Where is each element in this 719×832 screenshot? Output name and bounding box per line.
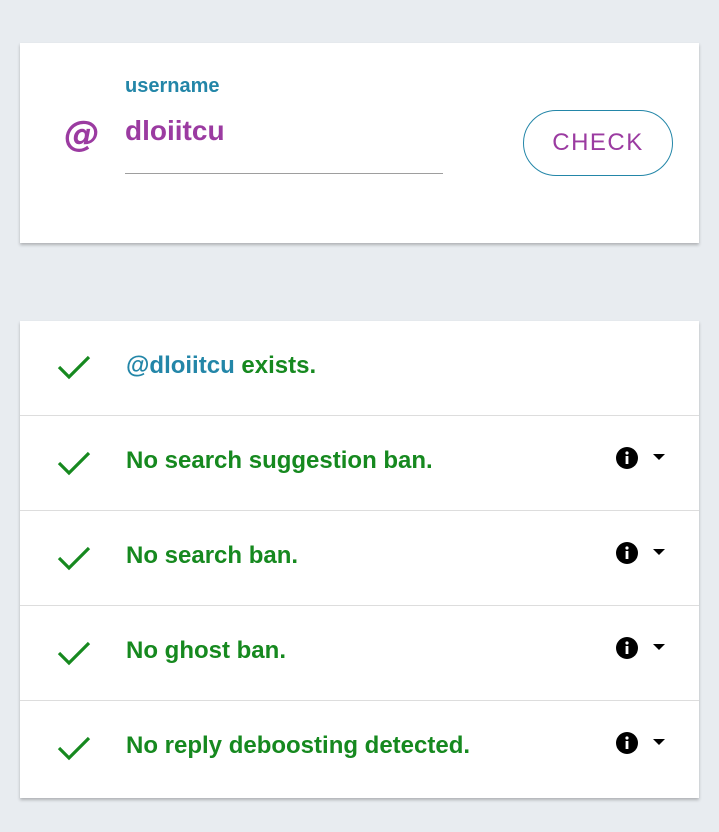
checkmark-icon	[57, 736, 91, 761]
at-sign-icon: @	[64, 114, 100, 155]
result-label: No search suggestion ban.	[126, 447, 433, 474]
result-exists-text: @dloiitcu exists.	[126, 349, 316, 383]
result-row-ghost-ban[interactable]: No ghost ban.	[20, 606, 699, 701]
caret-down-icon[interactable]	[653, 454, 665, 461]
info-icon[interactable]	[616, 637, 638, 659]
result-label: No ghost ban.	[126, 637, 286, 664]
info-icon[interactable]	[616, 447, 638, 469]
result-label: No reply deboosting detected.	[126, 732, 471, 759]
caret-down-icon[interactable]	[653, 549, 665, 556]
checkmark-icon	[57, 355, 91, 380]
caret-down-icon[interactable]	[653, 644, 665, 651]
caret-down-icon[interactable]	[653, 739, 665, 746]
checkmark-icon	[57, 451, 91, 476]
result-row-search-ban[interactable]: No search ban.	[20, 511, 699, 606]
result-username: @dloiitcu	[126, 352, 235, 379]
username-input[interactable]	[125, 110, 443, 174]
result-exists-suffix: exists.	[234, 352, 317, 379]
info-icon[interactable]	[616, 732, 638, 754]
result-row-reply-deboosting[interactable]: No reply deboosting detected.	[20, 701, 699, 796]
username-form-card: @ username CHECK	[20, 43, 699, 243]
username-label: username	[125, 75, 220, 97]
info-icon[interactable]	[616, 542, 638, 564]
results-card: @dloiitcu exists. No search suggestion b…	[20, 321, 699, 798]
checkmark-icon	[57, 641, 91, 666]
result-row-search-suggestion-ban[interactable]: No search suggestion ban.	[20, 416, 699, 511]
check-button[interactable]: CHECK	[523, 110, 673, 176]
result-label: No search ban.	[126, 542, 299, 569]
result-row-exists: @dloiitcu exists.	[20, 321, 699, 416]
checkmark-icon	[57, 546, 91, 571]
